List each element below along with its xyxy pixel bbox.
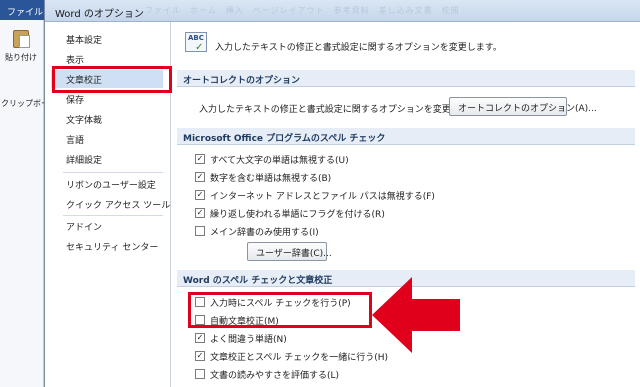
section-office-spelling: Microsoft Office プログラムのスペル チェック: [177, 128, 635, 145]
autocorrect-description: 入力したテキストの修正と書式設定に関するオプションを変更します。: [199, 105, 486, 115]
nav-item-advanced[interactable]: 詳細設定: [51, 150, 163, 168]
proofing-abc-icon: ABC ✓: [185, 32, 207, 53]
ribbon-tabs-behind: ファイル ホーム 挿入 ページレイアウト 参考資料 差し込み文書 校閲: [145, 6, 460, 15]
nav-item-typography[interactable]: 文字体裁: [51, 110, 163, 128]
option-label: メイン辞書のみ使用する(I): [210, 228, 319, 238]
nav-item-general[interactable]: 基本設定: [51, 30, 163, 48]
option-label: 文書の読みやすさを評価する(L): [210, 371, 340, 381]
highlight-box-proofing-nav: [52, 66, 172, 93]
nav-item-quick-access-toolbar[interactable]: クイック アクセス ツール バー: [51, 195, 191, 213]
section-autocorrect: オートコレクトのオプション: [177, 70, 635, 87]
clipboard-group: 貼り付け クリップボー: [0, 20, 49, 387]
nav-item-customize-ribbon[interactable]: リボンのユーザー設定: [51, 175, 163, 193]
clipboard-group-label: クリップボー: [1, 99, 49, 108]
option-label: 繰り返し使われる単語にフラグを付ける(R): [210, 210, 385, 220]
highlight-box-spelling-options: [188, 292, 372, 328]
option-label: インターネット アドレスとファイル パスは無視する(F): [210, 192, 435, 202]
autocorrect-options-button[interactable]: オートコレクトのオプション(A)...: [449, 97, 597, 116]
nav-item-trust-center[interactable]: セキュリティ センター: [51, 237, 163, 255]
dialog-titlebar[interactable]: Word のオプション ファイル ホーム 挿入 ページレイアウト 参考資料 差し…: [45, 0, 640, 22]
checkbox[interactable]: [195, 208, 205, 218]
checkbox[interactable]: [195, 172, 205, 182]
word-options-dialog: Word のオプション ファイル ホーム 挿入 ページレイアウト 参考資料 差し…: [44, 0, 640, 387]
option-label: 文章校正とスペル チェックを一緒に行う(H): [210, 353, 389, 363]
intro-text: 入力したテキストの修正と書式設定に関するオプションを変更します。: [215, 43, 502, 53]
checkbox[interactable]: [195, 369, 205, 379]
dialog-title: Word のオプション: [55, 9, 144, 20]
checkbox[interactable]: [195, 190, 205, 200]
file-tab[interactable]: ファイル: [0, 0, 44, 20]
paste-button-label[interactable]: 貼り付け: [5, 52, 37, 63]
checkbox[interactable]: [195, 333, 205, 343]
nav-divider: [63, 172, 163, 173]
option-label: よく間違う単語(N): [210, 335, 287, 345]
custom-dictionaries-button[interactable]: ユーザー辞書(C)...: [247, 242, 332, 261]
red-arrow-icon: [372, 277, 460, 353]
option-label: すべて大文字の単語は無視する(U): [210, 156, 349, 166]
option-label: 数字を含む単語は無視する(B): [210, 174, 332, 184]
nav-item-language[interactable]: 言語: [51, 130, 163, 148]
paste-icon[interactable]: [13, 30, 30, 48]
checkbox[interactable]: [195, 154, 205, 164]
checkbox[interactable]: [195, 226, 205, 236]
checkbox[interactable]: [195, 351, 205, 361]
nav-divider: [63, 215, 163, 216]
nav-item-addins[interactable]: アドイン: [51, 217, 163, 235]
